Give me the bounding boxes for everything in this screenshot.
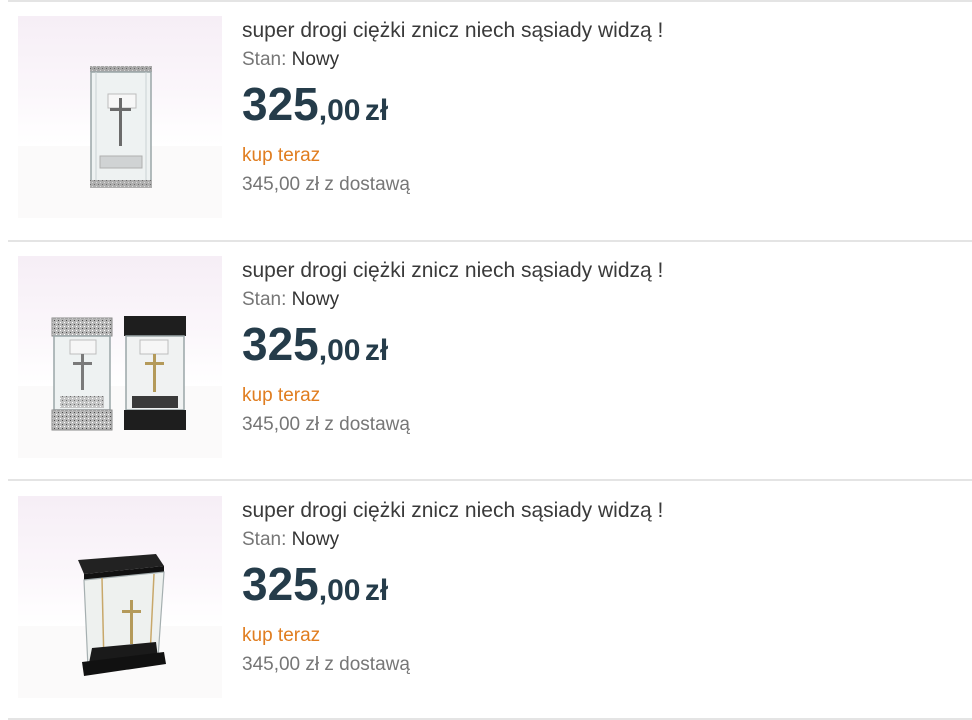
price-decimal: ,00 [318, 334, 361, 367]
buy-now-link[interactable]: kup teraz [242, 144, 663, 168]
price-currency: zł [364, 334, 389, 367]
offer-item[interactable]: super drogi ciężki znicz niech sąsiady w… [0, 0, 972, 238]
price-decimal: ,00 [318, 94, 361, 127]
price-integer: 325 [242, 558, 319, 610]
condition-value: Nowy [291, 49, 340, 70]
product-image[interactable] [18, 256, 222, 458]
price-integer: 325 [242, 318, 319, 370]
price-currency: zł [364, 574, 389, 607]
product-image[interactable] [18, 496, 222, 698]
condition-value: Nowy [291, 529, 340, 550]
offer-title-link[interactable]: super drogi ciężki znicz niech sąsiady w… [242, 18, 663, 44]
condition-value: Nowy [291, 289, 340, 310]
condition: Stan: Nowy [242, 528, 663, 552]
offer-info: super drogi ciężki znicz niech sąsiady w… [242, 18, 663, 197]
offer-title-link[interactable]: super drogi ciężki znicz niech sąsiady w… [242, 498, 663, 524]
price: 325,00 zł [242, 318, 663, 382]
condition: Stan: Nowy [242, 288, 663, 312]
product-image[interactable] [18, 16, 222, 218]
offer-list: super drogi ciężki znicz niech sąsiady w… [0, 0, 972, 720]
offer-info: super drogi ciężki znicz niech sąsiady w… [242, 258, 663, 437]
black-glass-lantern-image [78, 554, 166, 676]
condition-label: Stan: [242, 529, 287, 550]
price: 325,00 zł [242, 558, 663, 622]
condition-label: Stan: [242, 289, 287, 310]
price: 325,00 zł [242, 78, 663, 142]
glass-lantern-image [90, 66, 152, 188]
offer-item[interactable]: super drogi ciężki znicz niech sąsiady w… [0, 480, 972, 718]
offer-item[interactable]: super drogi ciężki znicz niech sąsiady w… [0, 240, 972, 478]
offer-info: super drogi ciężki znicz niech sąsiady w… [242, 498, 663, 677]
condition: Stan: Nowy [242, 48, 663, 72]
buy-now-link[interactable]: kup teraz [242, 624, 663, 648]
buy-now-link[interactable]: kup teraz [242, 384, 663, 408]
price-currency: zł [364, 94, 389, 127]
shipping-price: 345,00 zł z dostawą [242, 654, 410, 675]
shipping-price: 345,00 zł z dostawą [242, 414, 410, 435]
price-integer: 325 [242, 78, 319, 130]
offer-title-link[interactable]: super drogi ciężki znicz niech sąsiady w… [242, 258, 663, 284]
two-glass-lanterns-image [51, 316, 186, 431]
shipping-price: 345,00 zł z dostawą [242, 174, 410, 195]
price-decimal: ,00 [318, 574, 361, 607]
condition-label: Stan: [242, 49, 287, 70]
